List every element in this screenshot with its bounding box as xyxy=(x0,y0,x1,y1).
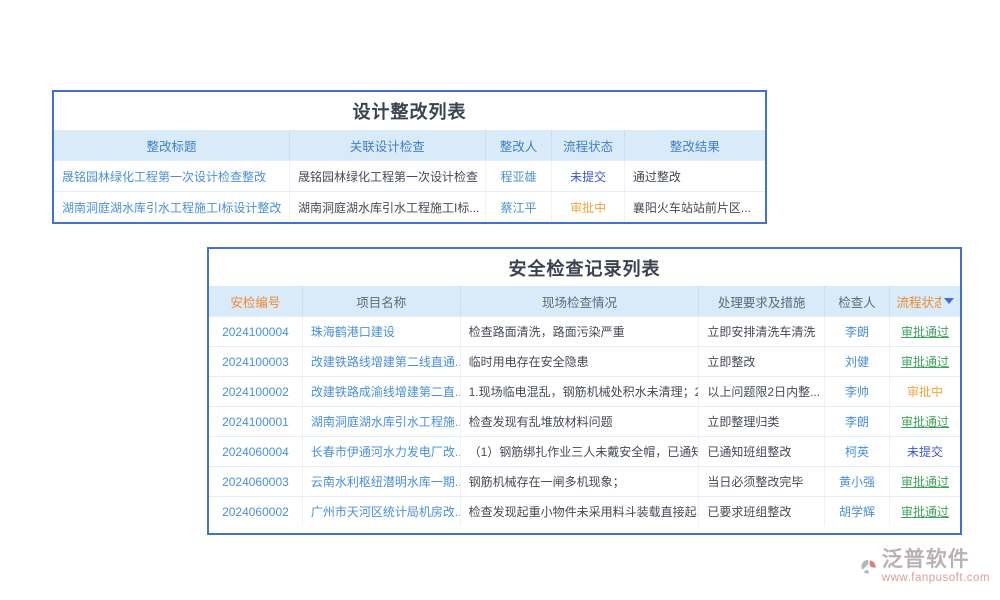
status-badge[interactable]: 审批通过 xyxy=(901,473,949,490)
related-check-text: 晟铭园林绿化工程第一次设计检查 xyxy=(298,168,478,185)
inspector-link[interactable]: 李朗 xyxy=(845,323,869,340)
table-row: 2024100002 改建铁路成渝线增建第二直... 1.现场临电混乱，钢筋机械… xyxy=(209,376,960,406)
safety-inspection-panel: 安全检查记录列表 安检编号 项目名称 现场检查情况 处理要求及措施 检查人 流程… xyxy=(207,247,962,535)
inspection-no-link[interactable]: 2024060002 xyxy=(222,505,289,519)
header-inspector: 检查人 xyxy=(825,286,890,316)
inspection-no-link[interactable]: 2024100001 xyxy=(222,415,289,429)
site-situation-text: 1.现场临电混乱，钢筋机械处积水未清理；2.... xyxy=(469,383,700,400)
fanpu-website-url: www.fanpusoft.com xyxy=(882,572,990,584)
table-row: 2024060002 广州市天河区统计局机房改... 检查发现起重小物件未采用料… xyxy=(209,496,960,526)
status-filter-dropdown-icon[interactable] xyxy=(944,298,954,304)
design-table-title: 设计整改列表 xyxy=(54,92,765,130)
table-row: 2024100004 珠海鹤港口建设 检查路面清洗，路面污染严重 立即安排清洗车… xyxy=(209,316,960,346)
header-flow-status: 流程状态 xyxy=(890,286,960,316)
status-badge[interactable]: 审批通过 xyxy=(901,503,949,520)
site-situation-text: 检查路面清洗，路面污染严重 xyxy=(469,323,625,340)
status-badge[interactable]: 审批通过 xyxy=(901,413,949,430)
fanpu-logo-text: 泛普软件 www.fanpusoft.com xyxy=(882,548,990,584)
requirement-text: 已通知班组整改 xyxy=(707,443,791,460)
table-row: 2024100003 改建铁路线增建第二线直通... 临时用电存在安全隐患 立即… xyxy=(209,346,960,376)
fanpu-logo: 泛普软件 www.fanpusoft.com xyxy=(860,548,990,584)
status-badge: 审批中 xyxy=(907,383,943,400)
rectify-title-link[interactable]: 晟铭园林绿化工程第一次设计检查整改 xyxy=(62,168,266,185)
requirement-text: 当日必须整改完毕 xyxy=(707,473,803,490)
site-situation-text: 临时用电存在安全隐患 xyxy=(469,353,589,370)
site-situation-text: （1）钢筋绑扎作业三人未戴安全帽，已通知... xyxy=(469,443,700,460)
inspector-link[interactable]: 李朗 xyxy=(845,413,869,430)
project-name-link[interactable]: 云南水利枢纽潜明水库一期... xyxy=(311,473,461,490)
safety-table-title: 安全检查记录列表 xyxy=(209,249,960,286)
project-name-link[interactable]: 长春市伊通河水力发电厂改... xyxy=(311,443,461,460)
project-name-link[interactable]: 改建铁路成渝线增建第二直... xyxy=(311,383,461,400)
rectify-person-link[interactable]: 蔡江平 xyxy=(500,199,536,216)
requirement-text: 立即整理归类 xyxy=(707,413,779,430)
inspection-no-link[interactable]: 2024060004 xyxy=(222,445,289,459)
table-row: 2024060003 云南水利枢纽潜明水库一期... 钢筋机械存在一闸多机现象；… xyxy=(209,466,960,496)
inspection-no-link[interactable]: 2024100003 xyxy=(222,355,289,369)
rectify-result-text: 通过整改 xyxy=(633,168,681,185)
header-rectify-title: 整改标题 xyxy=(54,130,290,160)
project-name-link[interactable]: 改建铁路线增建第二线直通... xyxy=(311,353,461,370)
header-rectify-person: 整改人 xyxy=(486,130,553,160)
requirement-text: 立即整改 xyxy=(707,353,755,370)
status-badge[interactable]: 审批通过 xyxy=(901,323,949,340)
status-badge[interactable]: 审批通过 xyxy=(901,353,949,370)
site-situation-text: 钢筋机械存在一闸多机现象； xyxy=(469,473,625,490)
status-badge: 未提交 xyxy=(570,168,606,185)
inspector-link[interactable]: 李帅 xyxy=(845,383,869,400)
fanpu-logo-icon xyxy=(860,550,878,584)
rectify-person-link[interactable]: 程亚雄 xyxy=(500,168,536,185)
design-table-header: 整改标题 关联设计检查 整改人 流程状态 整改结果 xyxy=(54,130,765,160)
inspection-no-link[interactable]: 2024060003 xyxy=(222,475,289,489)
inspector-link[interactable]: 胡学辉 xyxy=(839,503,875,520)
header-project-name: 项目名称 xyxy=(303,286,461,316)
project-name-link[interactable]: 广州市天河区统计局机房改... xyxy=(311,503,461,520)
rectify-title-link[interactable]: 湖南洞庭湖水库引水工程施工I标设计整改 xyxy=(62,199,281,216)
inspection-no-link[interactable]: 2024100002 xyxy=(222,385,289,399)
status-badge: 审批中 xyxy=(570,199,606,216)
site-situation-text: 检查发现起重小物件未采用料斗装载直接起... xyxy=(469,503,700,520)
header-flow-status-label: 流程状态 xyxy=(897,292,941,311)
inspector-link[interactable]: 刘健 xyxy=(845,353,869,370)
header-requirement: 处理要求及措施 xyxy=(699,286,824,316)
table-row: 晟铭园林绿化工程第一次设计检查整改 晟铭园林绿化工程第一次设计检查 程亚雄 未提… xyxy=(54,160,765,191)
project-name-link[interactable]: 湖南洞庭湖水库引水工程施... xyxy=(311,413,461,430)
header-related-check: 关联设计检查 xyxy=(290,130,486,160)
table-row: 2024100001 湖南洞庭湖水库引水工程施... 检查发现有乱堆放材料问题 … xyxy=(209,406,960,436)
status-badge: 未提交 xyxy=(907,443,943,460)
table-row: 湖南洞庭湖水库引水工程施工I标设计整改 湖南洞庭湖水库引水工程施工I标... 蔡… xyxy=(54,191,765,222)
header-inspection-no: 安检编号 xyxy=(209,286,303,316)
rectify-result-text: 襄阳火车站站前片区... xyxy=(633,199,751,216)
inspector-link[interactable]: 柯英 xyxy=(845,443,869,460)
header-rectify-result: 整改结果 xyxy=(625,130,765,160)
fanpu-brand-name: 泛普软件 xyxy=(882,548,970,572)
table-row: 2024060004 长春市伊通河水力发电厂改... （1）钢筋绑扎作业三人未戴… xyxy=(209,436,960,466)
project-name-link[interactable]: 珠海鹤港口建设 xyxy=(311,323,395,340)
header-site-situation: 现场检查情况 xyxy=(461,286,700,316)
requirement-text: 立即安排清洗车清洗 xyxy=(707,323,815,340)
design-rectification-panel: 设计整改列表 整改标题 关联设计检查 整改人 流程状态 整改结果 晟铭园林绿化工… xyxy=(52,90,767,224)
requirement-text: 已要求班组整改 xyxy=(707,503,791,520)
related-check-text: 湖南洞庭湖水库引水工程施工I标... xyxy=(298,199,479,216)
site-situation-text: 检查发现有乱堆放材料问题 xyxy=(469,413,613,430)
safety-table-header: 安检编号 项目名称 现场检查情况 处理要求及措施 检查人 流程状态 xyxy=(209,286,960,316)
inspection-no-link[interactable]: 2024100004 xyxy=(222,325,289,339)
inspector-link[interactable]: 黄小强 xyxy=(839,473,875,490)
header-flow-status: 流程状态 xyxy=(552,130,625,160)
requirement-text: 以上问题限2日内整... xyxy=(707,383,820,400)
